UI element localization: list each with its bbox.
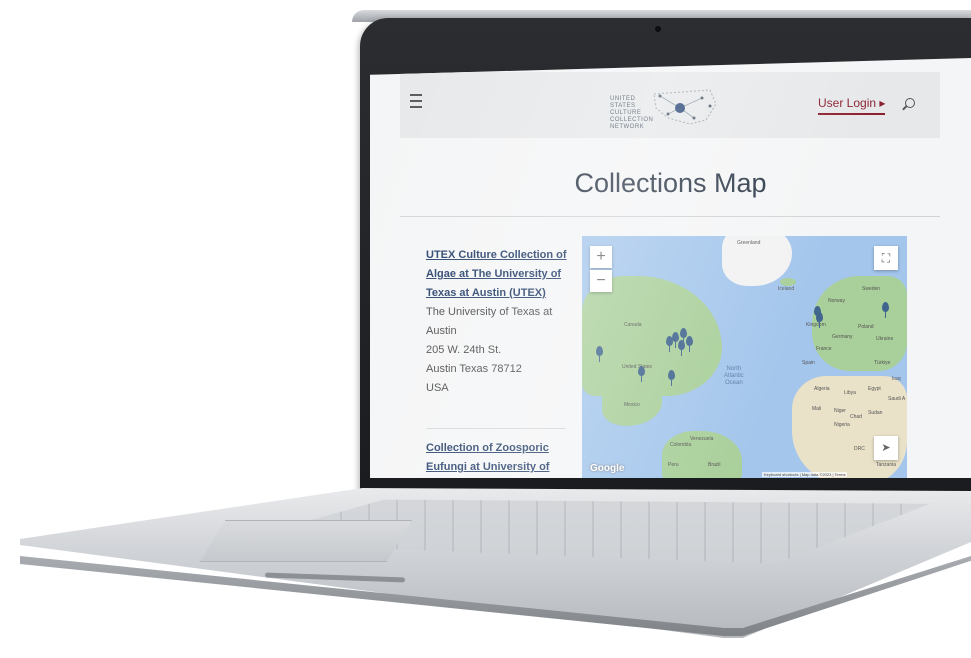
map-label: Spain xyxy=(802,360,815,366)
map-label: Libya xyxy=(844,390,856,396)
map-marker[interactable] xyxy=(668,370,675,386)
user-login-link[interactable]: User Login ▸ xyxy=(818,96,886,115)
ocean-label: North Atlantic Ocean xyxy=(724,366,744,386)
map-label: Sweden xyxy=(862,286,881,292)
us-network-map-icon xyxy=(653,89,717,125)
zoom-out-button[interactable]: − xyxy=(590,270,612,292)
title-divider xyxy=(400,216,940,217)
map-label: Venezuela xyxy=(690,436,714,442)
map-label: Brazil xyxy=(708,462,721,468)
map-label: Canada xyxy=(624,322,642,328)
map-label: Iceland xyxy=(778,286,795,292)
map-label: Tanzania xyxy=(876,462,897,468)
map-label: Mexico xyxy=(624,402,640,408)
map-label: Chad xyxy=(850,414,862,420)
map-label: France xyxy=(816,346,832,352)
map-marker[interactable] xyxy=(596,346,603,362)
hamburger-menu-icon[interactable] xyxy=(410,94,422,108)
entry-divider xyxy=(426,428,566,429)
site-header: UNITED STATES CULTURE COLLECTION NETWORK xyxy=(400,72,940,138)
map-label: Algeria xyxy=(814,386,830,392)
collections-list: UTEX Culture Collection of Algae at The … xyxy=(426,246,576,477)
map-label: Germany xyxy=(832,334,853,340)
address-line: 205 W. 24th St. xyxy=(426,344,502,356)
map-label: Poland xyxy=(858,324,874,330)
map-label: DRC xyxy=(854,446,865,452)
google-logo: Google xyxy=(590,463,625,474)
map-label: United States xyxy=(622,364,653,370)
address-line: Austin xyxy=(426,325,457,337)
map-marker[interactable] xyxy=(638,366,645,382)
map-label: Kingdom xyxy=(806,322,826,328)
land-north-america xyxy=(582,276,722,396)
map-marker[interactable] xyxy=(686,336,693,352)
map-label: Niger xyxy=(834,408,846,414)
map-label: Sudan xyxy=(868,410,883,416)
webcam xyxy=(655,26,661,32)
collections-map[interactable]: Greenland Canada United States Mexico Ic… xyxy=(582,236,907,478)
page-title: Collections Map xyxy=(574,168,767,198)
map-label: Türkiye xyxy=(874,360,891,366)
my-location-button[interactable]: ➤ xyxy=(874,436,898,460)
map-marker[interactable] xyxy=(816,312,823,328)
map-marker[interactable] xyxy=(882,302,889,318)
map-label: Nigeria xyxy=(834,422,850,428)
map-label: Iraq xyxy=(892,376,901,382)
map-marker[interactable] xyxy=(680,328,687,344)
search-icon[interactable] xyxy=(905,98,915,108)
collection-entry: UTEX Culture Collection of Algae at The … xyxy=(426,246,576,398)
map-label: Mali xyxy=(812,406,822,412)
site-logo[interactable]: UNITED STATES CULTURE COLLECTION NETWORK xyxy=(610,80,750,132)
map-label: Peru xyxy=(668,462,679,468)
map-label: Greenland xyxy=(737,240,761,246)
collection-entry: Collection of Zoosporic Eufungi at Unive… xyxy=(426,439,576,477)
map-attribution[interactable]: Keyboard shortcuts | Map data ©2023 | Te… xyxy=(762,472,848,477)
address-line: Austin Texas 78712 xyxy=(426,363,522,375)
collection-link[interactable]: UTEX Culture Collection of Algae at The … xyxy=(426,246,576,303)
map-label: Norway xyxy=(828,298,845,304)
map-label: Saudi A xyxy=(888,396,906,402)
fullscreen-button[interactable]: ⛶ xyxy=(874,246,898,270)
map-marker[interactable] xyxy=(672,332,679,348)
laptop-screen: UNITED STATES CULTURE COLLECTION NETWORK xyxy=(370,58,971,478)
map-label: Egypt xyxy=(868,386,881,392)
zoom-in-button[interactable]: + xyxy=(590,246,612,268)
address-line: The University of Texas at xyxy=(426,306,553,318)
map-label: Ukraine xyxy=(876,336,894,342)
collection-link[interactable]: Collection of Zoosporic Eufungi at Unive… xyxy=(426,439,576,477)
address-line: USA xyxy=(426,382,449,394)
laptop-trackpad xyxy=(200,520,412,562)
map-label: Colombia xyxy=(670,442,692,448)
land-iceland xyxy=(780,278,796,286)
logo-text: UNITED STATES CULTURE COLLECTION NETWORK xyxy=(610,96,654,130)
